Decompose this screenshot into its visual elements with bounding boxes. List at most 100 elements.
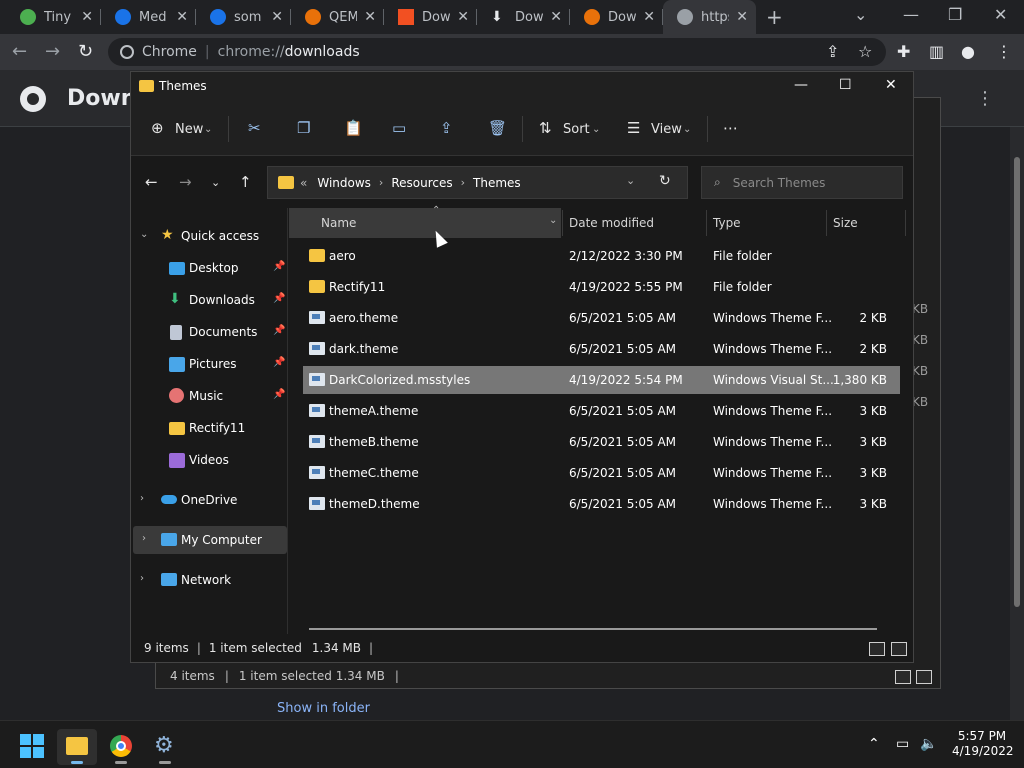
column-name[interactable]: Name <box>321 216 356 230</box>
sort-icon[interactable]: ⇅ <box>539 119 552 137</box>
cut-icon[interactable]: ✂ <box>248 119 261 137</box>
nav-item-rectify11[interactable]: Rectify11 <box>131 414 287 442</box>
close-tab-icon[interactable]: ✕ <box>81 9 93 25</box>
recent-locations-icon[interactable]: ⌄ <box>211 176 220 189</box>
paste-icon[interactable]: 📋 <box>344 119 363 137</box>
close-tab-icon[interactable]: ✕ <box>643 9 655 25</box>
breadcrumb-resources[interactable]: Resources <box>391 176 452 190</box>
page-scrollbar[interactable] <box>1010 127 1024 722</box>
divider[interactable] <box>826 210 827 236</box>
close-tab-icon[interactable]: ✕ <box>550 9 562 25</box>
divider[interactable] <box>562 210 563 236</box>
quick-access[interactable]: ⌄ ★ Quick access <box>131 222 287 250</box>
close-tab-icon[interactable]: ✕ <box>457 9 469 25</box>
forward-arrow-icon[interactable]: → <box>179 173 192 191</box>
close-tab-icon[interactable]: ✕ <box>271 9 283 25</box>
back-arrow-icon[interactable]: ← <box>145 173 158 191</box>
file-row-themea-theme[interactable]: themeA.theme 6/5/2021 5:05 AM Windows Th… <box>303 397 900 425</box>
file-row-themeb-theme[interactable]: themeB.theme 6/5/2021 5:05 AM Windows Th… <box>303 428 900 456</box>
more-options-icon[interactable]: ⋯ <box>723 119 738 137</box>
chevron-down-icon[interactable]: ⌄ <box>592 124 600 135</box>
chevron-down-icon[interactable]: ⌄ <box>626 174 635 187</box>
display-icon[interactable]: ▭ <box>896 736 909 752</box>
chevron-down-icon[interactable]: ⌄ <box>549 215 557 226</box>
chevron-right-icon[interactable]: › <box>142 533 146 544</box>
minimize-button[interactable]: — <box>903 5 919 24</box>
nav-item-my-computer[interactable]: › My Computer <box>133 526 287 554</box>
column-date-modified[interactable]: Date modified <box>569 216 654 230</box>
breadcrumb-themes[interactable]: Themes <box>473 176 521 190</box>
rename-icon[interactable]: ▭ <box>392 119 406 137</box>
bookmark-star-icon[interactable]: ☆ <box>858 42 872 61</box>
close-window-button[interactable]: ✕ <box>994 5 1007 24</box>
tab-2[interactable]: Medi ✕ <box>101 0 196 34</box>
new-button[interactable]: New <box>175 122 203 137</box>
up-arrow-icon[interactable]: ↑ <box>239 173 252 191</box>
breadcrumb[interactable]: « Windows › Resources › Themes ⌄ ↻ <box>267 166 688 199</box>
chevron-right-icon[interactable]: › <box>140 573 144 584</box>
tab-5[interactable]: Dowr ✕ <box>384 0 477 34</box>
forward-button[interactable]: → <box>45 41 60 62</box>
tab-8[interactable]: https ✕ <box>663 0 756 34</box>
horizontal-scrollbar[interactable] <box>309 628 877 630</box>
tiles-view-button[interactable] <box>891 642 907 656</box>
profile-icon[interactable]: ● <box>961 42 975 61</box>
tab-6[interactable]: ⬇ Dowr ✕ <box>477 0 570 34</box>
nav-item-desktop[interactable]: Desktop 📌 <box>131 254 287 282</box>
volume-icon[interactable]: 🔈 <box>920 736 937 752</box>
reload-button[interactable]: ↻ <box>78 41 93 62</box>
windows-start-icon[interactable] <box>20 734 44 758</box>
nav-item-onedrive[interactable]: › OneDrive <box>131 486 287 514</box>
search-input[interactable]: ⌕ Search Themes <box>701 166 903 199</box>
details-view-button[interactable] <box>869 642 885 656</box>
file-explorer-taskbar-button[interactable] <box>57 729 97 765</box>
file-row-aero[interactable]: aero 2/12/2022 3:30 PM File folder <box>303 242 900 270</box>
nav-item-videos[interactable]: Videos <box>131 446 287 474</box>
divider[interactable] <box>706 210 707 236</box>
nav-item-music[interactable]: Music 📌 <box>131 382 287 410</box>
tab-1[interactable]: TinyU ✕ <box>6 0 101 34</box>
close-tab-icon[interactable]: ✕ <box>364 9 376 25</box>
tab-search-icon[interactable]: ⌄ <box>854 5 867 24</box>
chrome-taskbar-button[interactable] <box>101 729 141 765</box>
file-row-aero-theme[interactable]: aero.theme 6/5/2021 5:05 AM Windows Them… <box>303 304 900 332</box>
address-bar[interactable]: Chrome | chrome:// downloads <box>108 38 886 66</box>
share-icon[interactable]: ⇪ <box>440 119 453 137</box>
column-type[interactable]: Type <box>713 216 741 230</box>
nav-item-downloads[interactable]: ⬇ Downloads 📌 <box>131 286 287 314</box>
new-tab-button[interactable]: + <box>766 5 783 29</box>
file-row-dark-theme[interactable]: dark.theme 6/5/2021 5:05 AM Windows Them… <box>303 335 900 363</box>
nav-item-documents[interactable]: Documents 📌 <box>131 318 287 346</box>
close-tab-icon[interactable]: ✕ <box>176 9 188 25</box>
file-row-darkcolorized-msstyles[interactable]: DarkColorized.msstyles 4/19/2022 5:54 PM… <box>303 366 900 394</box>
close-button[interactable]: ✕ <box>885 77 897 93</box>
more-actions-icon[interactable]: ⋮ <box>976 88 994 109</box>
view-button[interactable]: View <box>651 122 682 137</box>
copy-icon[interactable]: ❐ <box>297 119 310 137</box>
nav-item-network[interactable]: › Network <box>131 566 287 594</box>
chevron-down-icon[interactable]: ⌄ <box>140 229 148 240</box>
scrollbar-thumb[interactable] <box>1014 157 1020 607</box>
chevron-down-icon[interactable]: ⌄ <box>683 124 691 135</box>
clock[interactable]: 5:57 PM 4/19/2022 <box>952 729 1014 759</box>
breadcrumb-overflow[interactable]: « <box>300 176 307 190</box>
new-plus-icon[interactable]: ⊕ <box>151 119 164 137</box>
settings-taskbar-button[interactable]: ⚙ <box>145 729 185 765</box>
back-button[interactable]: ← <box>12 41 27 62</box>
close-tab-icon[interactable]: ✕ <box>736 9 748 25</box>
menu-icon[interactable]: ⋮ <box>996 42 1012 61</box>
column-size[interactable]: Size <box>833 216 858 230</box>
share-icon[interactable]: ⇪ <box>826 42 839 61</box>
maximize-button[interactable]: ☐ <box>839 77 852 93</box>
file-row-rectify11[interactable]: Rectify11 4/19/2022 5:55 PM File folder <box>303 273 900 301</box>
extensions-icon[interactable]: ✚ <box>897 42 910 61</box>
view-icon[interactable]: ☰ <box>627 119 640 137</box>
refresh-icon[interactable]: ↻ <box>659 173 671 189</box>
chevron-down-icon[interactable]: ⌄ <box>204 124 212 135</box>
details-view-button[interactable] <box>895 670 911 684</box>
chevron-up-icon[interactable]: ⌃ <box>868 736 880 752</box>
show-in-folder-link[interactable]: Show in folder <box>277 701 370 716</box>
chevron-right-icon[interactable]: › <box>140 493 144 504</box>
minimize-button[interactable]: — <box>794 77 808 93</box>
divider[interactable] <box>905 210 906 236</box>
